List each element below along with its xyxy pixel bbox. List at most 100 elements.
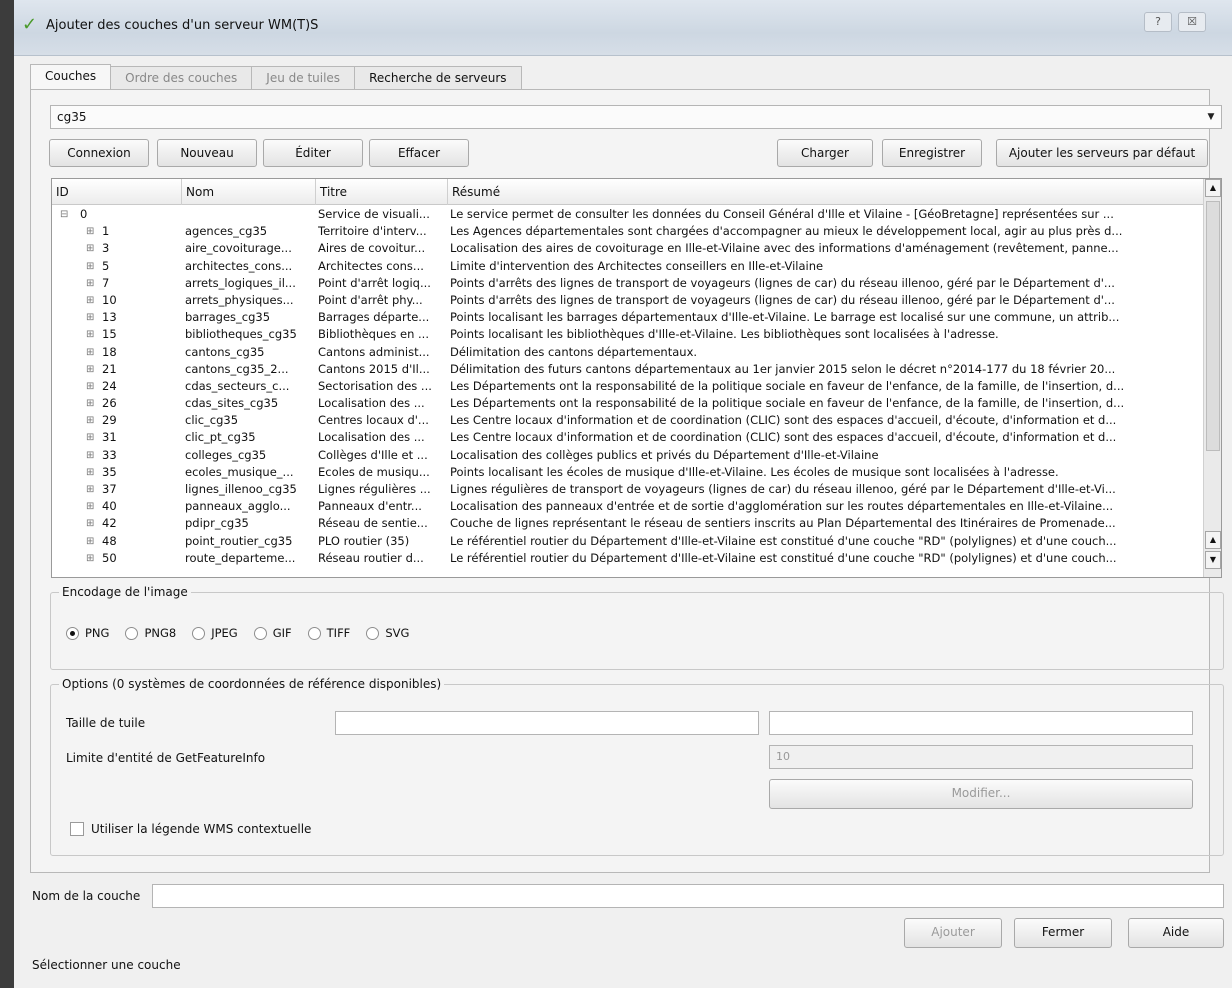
contextual-legend-label: Utiliser la légende WMS contextuelle (91, 822, 312, 836)
help-button[interactable]: Aide (1128, 918, 1224, 948)
scroll-up-icon[interactable]: ▲ (1205, 179, 1221, 197)
row-resume: Localisation des panneaux d'entrée et de… (450, 499, 1114, 514)
load-button[interactable]: Charger (777, 139, 873, 167)
table-row[interactable]: ⊞ 50 route_departeme... Réseau routier d...… (52, 550, 1203, 567)
expand-icon[interactable]: ⊞ (86, 292, 100, 309)
dialog-window: ✓ Ajouter des couches d'un serveur WM(T)… (14, 0, 1232, 988)
table-row[interactable]: ⊞ 13 barrages_cg35 Barrages départe... Point… (52, 309, 1203, 326)
expand-icon[interactable]: ⊞ (86, 533, 100, 550)
collapse-icon[interactable]: ⊟ (60, 206, 74, 223)
radio-svg-dot[interactable] (366, 626, 380, 640)
column-header-titre[interactable]: Titre (316, 179, 448, 205)
tab-ordre-des-couches[interactable]: Ordre des couches (110, 66, 253, 90)
table-row[interactable]: ⊞ 5 architectes_cons... Architectes cons...… (52, 258, 1203, 275)
row-id: 42 (102, 516, 117, 531)
expand-icon[interactable]: ⊞ (86, 515, 100, 532)
expand-icon[interactable]: ⊞ (86, 447, 100, 464)
edit-button[interactable]: Éditer (263, 139, 363, 167)
layer-name-input[interactable] (152, 884, 1224, 908)
column-header-resume[interactable]: Résumé (448, 179, 1205, 205)
table-row[interactable]: ⊞ 21 cantons_cg35_2... Cantons 2015 d'Il...… (52, 361, 1203, 378)
expand-icon[interactable]: ⊞ (86, 361, 100, 378)
table-row[interactable]: ⊞ 42 pdipr_cg35 Réseau de sentie... Couche d… (52, 515, 1203, 532)
save-button[interactable]: Enregistrer (882, 139, 982, 167)
expand-icon[interactable]: ⊞ (86, 464, 100, 481)
expand-icon[interactable]: ⊞ (86, 412, 100, 429)
radio-tiff-dot[interactable] (307, 626, 321, 640)
row-nom: aire_covoiturage... (185, 241, 292, 256)
column-header-id[interactable]: ID (52, 179, 182, 205)
add-button[interactable]: Ajouter (904, 918, 1002, 948)
table-row[interactable]: ⊞ 7 arrets_logiques_il... Point d'arrêt log… (52, 275, 1203, 292)
expand-icon[interactable]: ⊞ (86, 550, 100, 567)
table-row[interactable]: ⊞ 40 panneaux_agglo... Panneaux d'entr... Lo… (52, 498, 1203, 515)
delete-button[interactable]: Effacer (369, 139, 469, 167)
radio-gif[interactable]: GIF (253, 626, 292, 640)
table-row[interactable]: ⊞ 33 colleges_cg35 Collèges d'Ille et ... Lo… (52, 447, 1203, 464)
row-titre: Réseau routier d... (318, 550, 424, 565)
table-row[interactable]: ⊞ 10 arrets_physiques... Point d'arrêt phy.… (52, 292, 1203, 309)
expand-icon[interactable]: ⊞ (86, 223, 100, 240)
table-row[interactable]: ⊞ 35 ecoles_musique_... Ecoles de musiqu...… (52, 464, 1203, 481)
scrollbar-thumb[interactable] (1206, 201, 1220, 451)
radio-gif-dot[interactable] (253, 626, 267, 640)
row-titre: Localisation des ... (318, 430, 425, 445)
scroll-down-icon[interactable]: ▼ (1205, 551, 1221, 569)
table-row[interactable]: ⊞ 24 cdas_secteurs_c... Sectorisation des .… (52, 378, 1203, 395)
expand-icon[interactable]: ⊞ (86, 240, 100, 257)
table-row[interactable]: ⊞ 29 clic_cg35 Centres locaux d'... Les Cent… (52, 412, 1203, 429)
tile-height-input[interactable] (769, 711, 1193, 735)
expand-icon[interactable]: ⊞ (86, 481, 100, 498)
row-nom: cantons_cg35 (185, 344, 265, 359)
row-resume: Points d'arrêts des lignes de transport … (450, 275, 1115, 290)
connect-button[interactable]: Connexion (49, 139, 149, 167)
radio-png8-dot[interactable] (125, 626, 139, 640)
table-row[interactable]: ⊞ 15 bibliotheques_cg35 Bibliothèques en ..… (52, 326, 1203, 343)
help-window-button[interactable]: ? (1144, 12, 1172, 32)
radio-tiff[interactable]: TIFF (307, 626, 350, 640)
connection-select[interactable]: cg35 ▼ (50, 105, 1222, 129)
encoding-group-title: Encodage de l'image (59, 585, 191, 599)
close-window-button[interactable]: ☒ (1178, 12, 1206, 32)
row-titre: Aires de covoitur... (318, 241, 426, 256)
table-row[interactable]: ⊟ 0 Service de visuali... Le service per… (52, 206, 1203, 223)
expand-icon[interactable]: ⊞ (86, 275, 100, 292)
table-row[interactable]: ⊞ 18 cantons_cg35 Cantons administ... Délimi… (52, 344, 1203, 361)
expand-icon[interactable]: ⊞ (86, 498, 100, 515)
table-row[interactable]: ⊞ 26 cdas_sites_cg35 Localisation des ... Le… (52, 395, 1203, 412)
expand-icon[interactable]: ⊞ (86, 309, 100, 326)
scroll-up-icon[interactable]: ▲ (1205, 531, 1221, 549)
table-row[interactable]: ⊞ 3 aire_covoiturage... Aires de covoitur..… (52, 240, 1203, 257)
expand-icon[interactable]: ⊞ (86, 378, 100, 395)
radio-jpeg-dot[interactable] (192, 626, 206, 640)
contextual-legend-checkbox[interactable] (70, 822, 84, 836)
tab-jeu-de-tuiles[interactable]: Jeu de tuiles (251, 66, 356, 90)
tab-recherche-de-serveurs[interactable]: Recherche de serveurs (354, 66, 522, 90)
expand-icon[interactable]: ⊞ (86, 326, 100, 343)
modify-button[interactable]: Modifier... (769, 779, 1193, 809)
feature-limit-input[interactable]: 10 (769, 745, 1193, 769)
layers-tree[interactable]: ID Nom Titre Résumé ⊟ 0 Service de visua… (51, 178, 1222, 578)
expand-icon[interactable]: ⊞ (86, 344, 100, 361)
table-row[interactable]: ⊞ 31 clic_pt_cg35 Localisation des ... Les C… (52, 429, 1203, 446)
expand-icon[interactable]: ⊞ (86, 395, 100, 412)
radio-jpeg[interactable]: JPEG (192, 626, 238, 640)
expand-icon[interactable]: ⊞ (86, 429, 100, 446)
close-button[interactable]: Fermer (1014, 918, 1112, 948)
radio-png8[interactable]: PNG8 (125, 626, 176, 640)
table-row[interactable]: ⊞ 37 lignes_illenoo_cg35 Lignes régulières … (52, 481, 1203, 498)
row-nom: point_routier_cg35 (185, 533, 293, 548)
table-row[interactable]: ⊞ 1 agences_cg35 Territoire d'interv... Les … (52, 223, 1203, 240)
radio-png[interactable]: PNG (66, 626, 109, 640)
tree-scrollbar[interactable]: ▲ ▲ ▼ (1203, 179, 1221, 577)
new-button[interactable]: Nouveau (157, 139, 257, 167)
tab-couches[interactable]: Couches (30, 64, 112, 90)
row-id: 40 (102, 499, 117, 514)
add-default-servers-button[interactable]: Ajouter les serveurs par défaut (996, 139, 1208, 167)
radio-svg[interactable]: SVG (366, 626, 409, 640)
expand-icon[interactable]: ⊞ (86, 258, 100, 275)
table-row[interactable]: ⊞ 48 point_routier_cg35 PLO routier (35) Le … (52, 533, 1203, 550)
radio-png-dot[interactable] (66, 626, 79, 640)
column-header-nom[interactable]: Nom (182, 179, 316, 205)
tile-width-input[interactable] (335, 711, 759, 735)
